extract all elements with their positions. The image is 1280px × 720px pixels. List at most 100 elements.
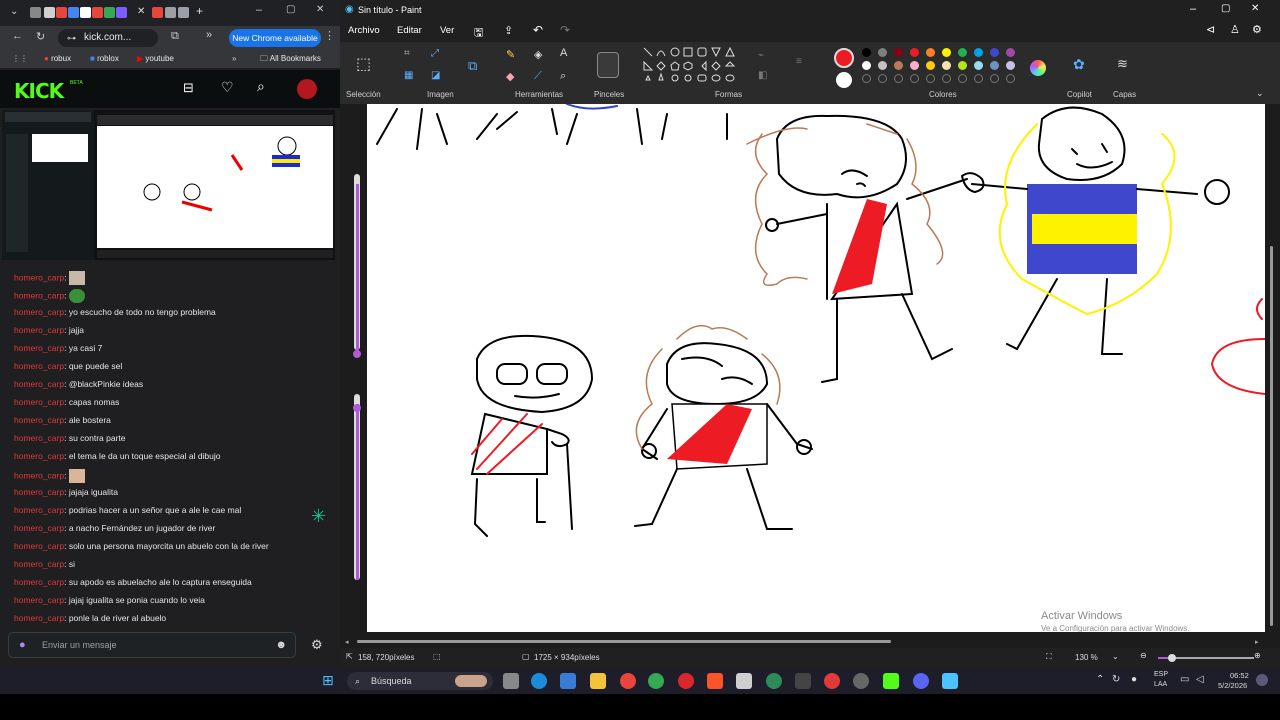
stream-video[interactable] (2, 110, 335, 260)
copilot-icon[interactable]: ✿ (1073, 56, 1085, 73)
extensions-icon[interactable]: ⧉ (171, 30, 179, 43)
edit-colors-icon[interactable] (1030, 60, 1046, 76)
notification-icon[interactable] (1256, 674, 1268, 686)
vertical-scrollbar[interactable] (1268, 106, 1274, 636)
crop-icon[interactable]: ⌗ (404, 48, 410, 59)
custom-color-slot[interactable] (942, 74, 951, 83)
zoom-level[interactable]: 130 % (1075, 653, 1098, 662)
chrome-icon[interactable] (620, 673, 636, 689)
custom-color-slot[interactable] (910, 74, 919, 83)
save-icon[interactable]: 🖫 (474, 24, 483, 43)
palette-swatch[interactable] (990, 61, 999, 70)
zoom-out-icon[interactable]: ⊖ (1140, 651, 1147, 660)
image-tools-icon[interactable]: ⧉ (468, 58, 477, 74)
share-icon[interactable]: ⇪ (504, 24, 513, 37)
slider-thumb[interactable] (353, 350, 361, 358)
custom-color-slot[interactable] (878, 74, 887, 83)
scroll-thumb[interactable] (1270, 246, 1273, 626)
extension-icon[interactable]: ✳ (311, 506, 326, 527)
tray-chevron-icon[interactable]: ⌃ (1096, 674, 1104, 685)
palette-swatch[interactable] (1006, 48, 1015, 57)
file-explorer-icon[interactable] (590, 673, 606, 689)
brave-icon[interactable] (707, 673, 723, 689)
task-view-icon[interactable] (503, 673, 519, 689)
apps-icon[interactable]: ⋮⋮ (12, 50, 28, 68)
network-icon[interactable]: ▭ (1180, 674, 1189, 685)
slider-thumb[interactable] (353, 404, 361, 412)
clock-date[interactable]: 5/2/2026 (1218, 681, 1247, 690)
app-icon[interactable] (824, 673, 840, 689)
discord-icon[interactable] (913, 673, 929, 689)
palette-swatch[interactable] (862, 48, 871, 57)
taskbar-search[interactable]: ⌕ Búsqueda (347, 672, 493, 690)
palette-swatch[interactable] (926, 48, 935, 57)
eraser-icon[interactable]: ◆ (506, 70, 514, 83)
back-icon[interactable]: ← (12, 30, 23, 42)
palette-swatch[interactable] (958, 48, 967, 57)
emoji-icon[interactable]: ☻ (275, 633, 287, 657)
tab-icon[interactable] (178, 7, 189, 18)
select-all-icon[interactable]: ▦ (404, 70, 413, 81)
reload-icon[interactable]: ↻ (36, 30, 45, 43)
maximize-icon[interactable]: ▢ (1221, 3, 1230, 14)
layers-icon[interactable]: ≋ (1117, 56, 1128, 72)
app-icon[interactable] (883, 673, 899, 689)
custom-color-slot[interactable] (990, 74, 999, 83)
palette-swatch[interactable] (1006, 61, 1015, 70)
custom-color-slot[interactable] (926, 74, 935, 83)
undo-icon[interactable]: ↶ (533, 23, 543, 37)
scroll-right-icon[interactable]: ▸ (1255, 638, 1259, 646)
palette-swatch[interactable] (990, 48, 999, 57)
pencil-icon[interactable]: ✎ (506, 48, 515, 61)
settings-gear-icon[interactable]: ⚙ (311, 637, 323, 653)
start-icon[interactable]: ⊞ (322, 672, 334, 689)
palette-swatch[interactable] (926, 61, 935, 70)
settings-icon[interactable]: ⚙ (1252, 23, 1262, 36)
resize-icon[interactable]: ⤢ (431, 48, 439, 59)
close-window-icon[interactable]: ✕ (316, 4, 324, 15)
search-icon[interactable]: ⌕ (257, 78, 265, 95)
fill-shape-icon[interactable]: ◧ (758, 70, 767, 81)
tab-icon[interactable] (92, 7, 103, 18)
color-palette[interactable] (862, 48, 1022, 88)
new-chrome-button[interactable]: New Chrome available (229, 29, 321, 47)
scroll-thumb[interactable] (357, 640, 891, 643)
menu-ver[interactable]: Ver (440, 25, 454, 36)
more-bookmarks-icon[interactable]: » (206, 29, 212, 41)
following-icon[interactable]: ⊟ (183, 80, 194, 96)
text-icon[interactable]: A (560, 47, 567, 59)
tab-icon[interactable] (68, 7, 79, 18)
custom-color-slot[interactable] (1006, 74, 1015, 83)
drawing-canvas[interactable]: Activar Windows Ve a Configuración para … (367, 104, 1265, 632)
zoom-in-icon[interactable]: ⊕ (1254, 651, 1261, 660)
menu-editar[interactable]: Editar (397, 25, 422, 36)
palette-swatch[interactable] (878, 61, 887, 70)
size-icon[interactable]: ≡ (796, 56, 802, 67)
bookmark-roblox[interactable]: ■ roblox (90, 50, 119, 68)
edge-icon[interactable] (531, 673, 547, 689)
minimize-icon[interactable]: – (1190, 3, 1196, 15)
palette-swatch[interactable] (862, 61, 871, 70)
palette-swatch[interactable] (894, 61, 903, 70)
tab-icon[interactable] (116, 7, 127, 18)
more-icon[interactable]: » (232, 50, 236, 68)
app-icon[interactable] (853, 673, 869, 689)
app-icon[interactable] (766, 673, 782, 689)
outline-icon[interactable]: ⌁ (758, 50, 764, 61)
paint-task-icon[interactable] (736, 673, 752, 689)
microphone-icon[interactable]: ● (1131, 674, 1137, 685)
account-icon[interactable]: ♙ (1230, 23, 1240, 36)
color1-swatch[interactable] (834, 48, 854, 68)
palette-swatch[interactable] (974, 61, 983, 70)
fit-window-icon[interactable]: ⛶ (1046, 652, 1052, 662)
chat-input[interactable]: ● Enviar un mensaje ☻ (8, 632, 296, 658)
tab-icon[interactable] (30, 7, 41, 18)
tab-icon[interactable] (44, 7, 55, 18)
brushes-button[interactable] (597, 52, 619, 78)
bookmark-youtube[interactable]: ▶ youtube (137, 50, 174, 68)
menu-icon[interactable]: ⋮ (324, 29, 335, 42)
heart-icon[interactable]: ♡ (221, 79, 234, 96)
collapse-ribbon-icon[interactable]: ⌄ (1256, 88, 1264, 99)
clock-time[interactable]: 06:52 (1230, 671, 1249, 680)
tab-icon[interactable] (104, 7, 115, 18)
